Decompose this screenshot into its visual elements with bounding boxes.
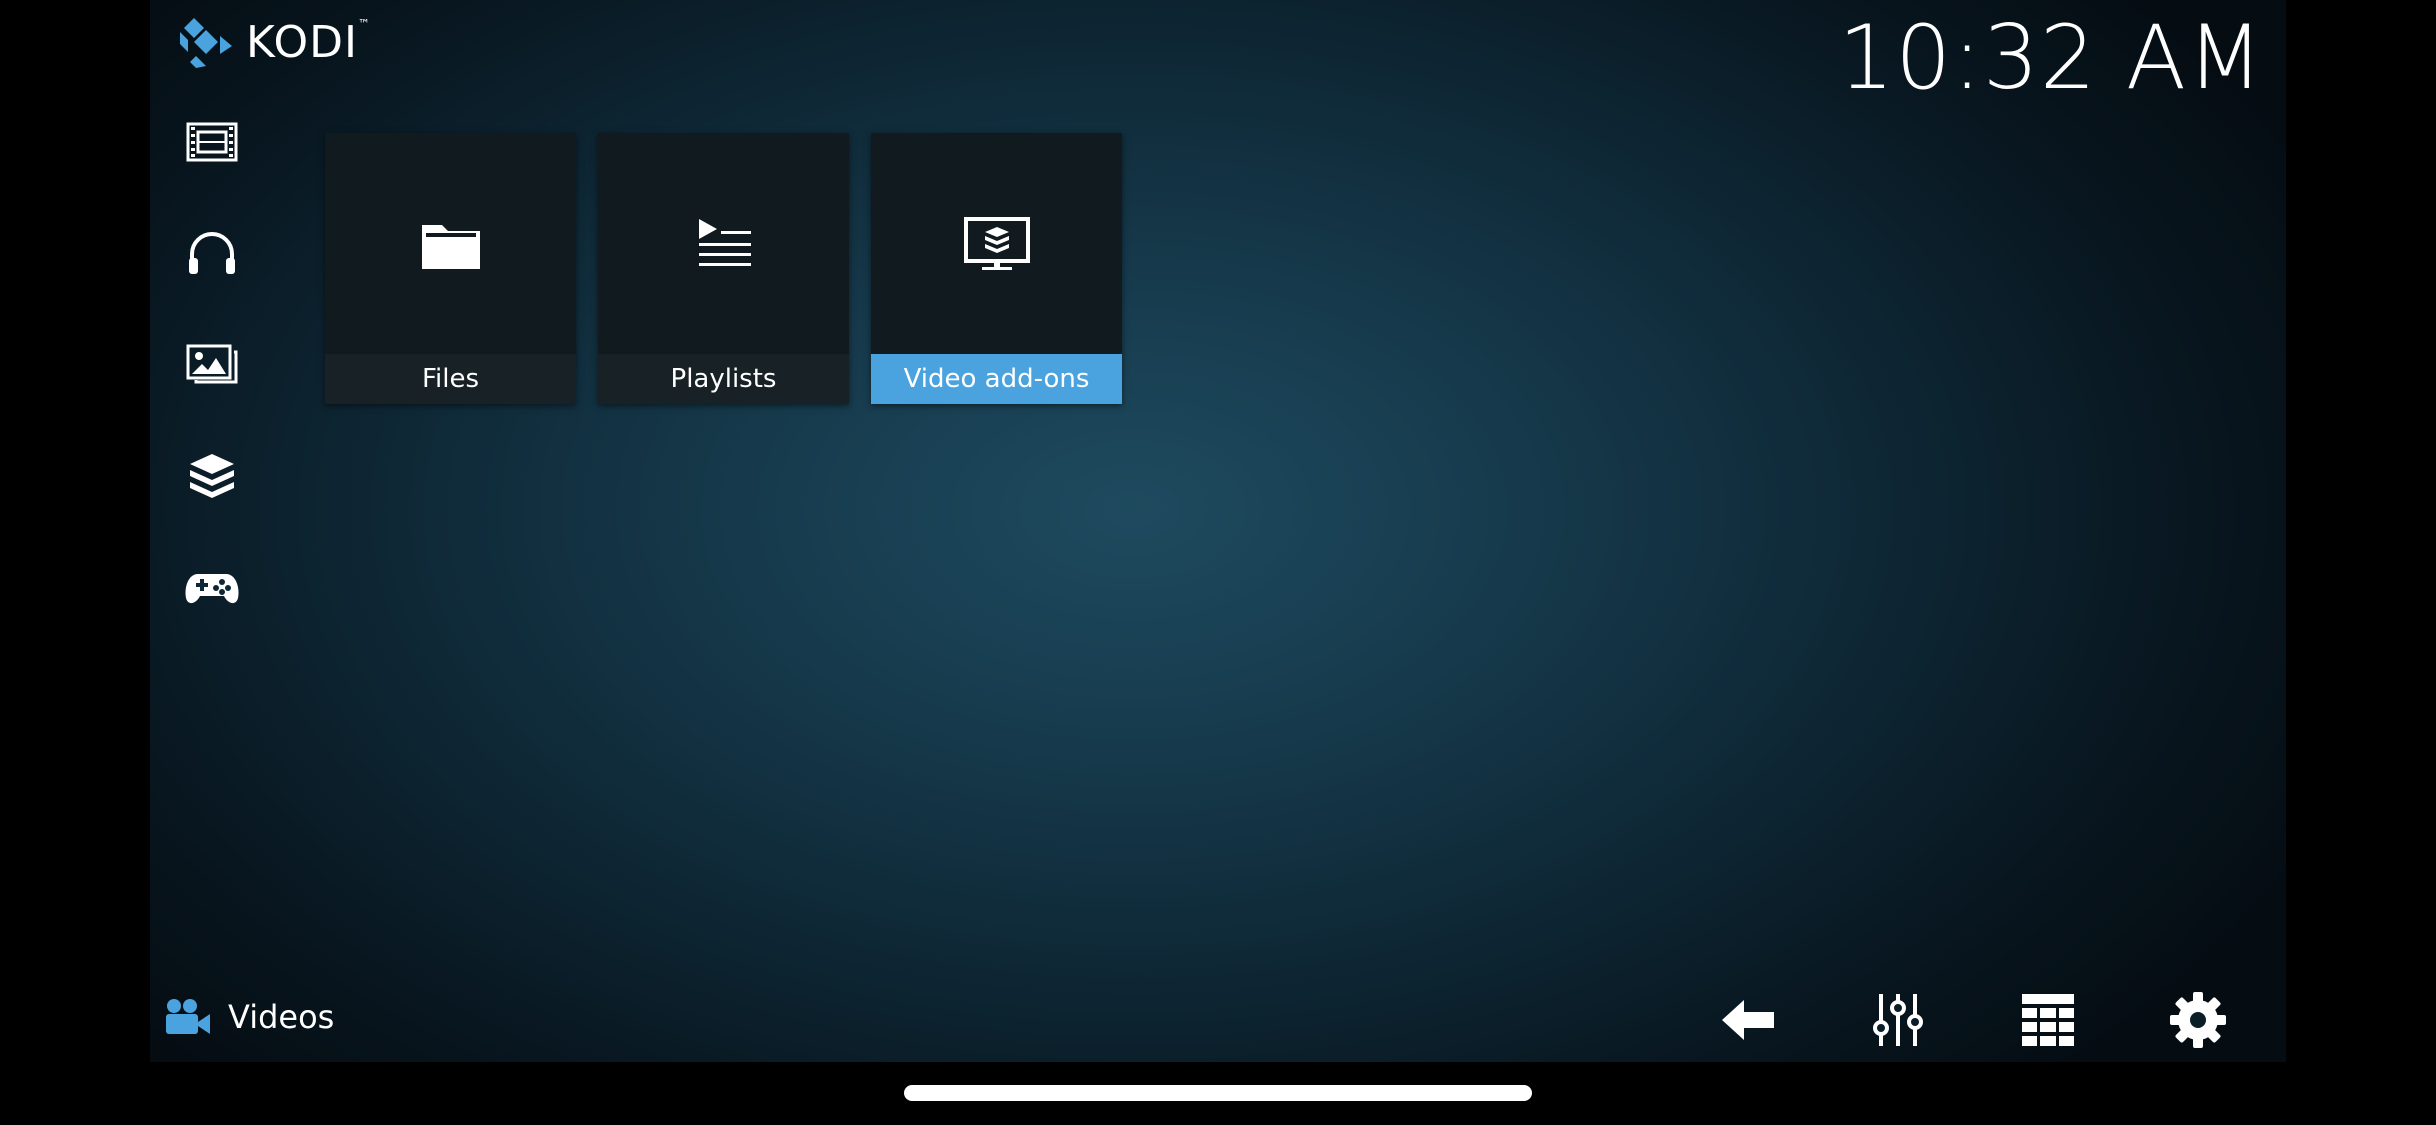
home-indicator[interactable] (904, 1085, 1532, 1101)
kodi-logo-text: KODI™ (246, 16, 371, 68)
tile-playlists[interactable]: Playlists (598, 133, 849, 404)
back-button[interactable] (1716, 988, 1780, 1052)
settings-button[interactable] (2166, 988, 2230, 1052)
tile-video-addons[interactable]: Video add-ons (871, 133, 1122, 404)
back-arrow-icon (1722, 1000, 1774, 1040)
view-button[interactable] (2016, 988, 2080, 1052)
tv-addon-icon (963, 217, 1030, 270)
folder-icon (421, 225, 480, 269)
kodi-logo[interactable]: KODI™ (176, 16, 371, 68)
current-section: Videos (164, 992, 334, 1042)
headphones-icon (189, 232, 235, 274)
clock: 10:32 AM (1838, 6, 2264, 109)
film-icon (186, 122, 238, 162)
tile-label: Video add-ons (871, 354, 1122, 404)
playlist-icon (698, 219, 751, 266)
kodi-home-screen: KODI™ 10:32 AM Files Playlists Video add… (150, 0, 2286, 1062)
sliders-icon (1873, 994, 1923, 1046)
sidebar-item-addons[interactable] (182, 446, 242, 506)
options-button[interactable] (1866, 988, 1930, 1052)
section-label: Videos (228, 998, 335, 1036)
pictures-icon (186, 344, 238, 384)
gamepad-icon (185, 574, 239, 604)
sidebar-item-movies[interactable] (182, 112, 242, 172)
video-camera-icon (166, 999, 210, 1034)
addons-box-icon (190, 454, 234, 498)
tile-files[interactable]: Files (325, 133, 576, 404)
tile-label: Files (325, 354, 576, 404)
grid-icon (2022, 994, 2074, 1046)
sidebar-item-music[interactable] (182, 224, 242, 284)
gear-icon (2170, 992, 2226, 1048)
tile-label: Playlists (598, 354, 849, 404)
sidebar-item-games[interactable] (182, 556, 242, 616)
kodi-logo-icon (180, 18, 232, 68)
sidebar-item-pictures[interactable] (182, 334, 242, 394)
